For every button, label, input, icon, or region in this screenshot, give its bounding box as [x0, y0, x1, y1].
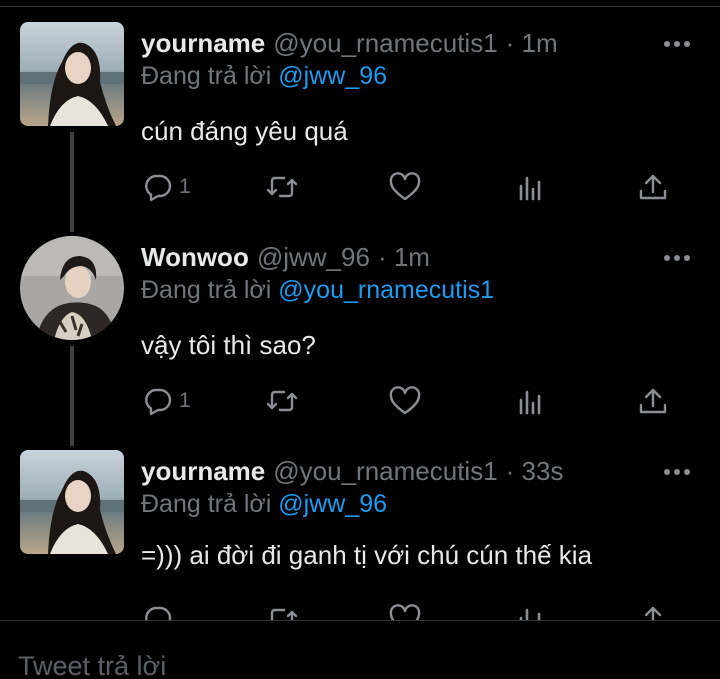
display-name[interactable]: yourname: [141, 456, 265, 487]
display-name[interactable]: Wonwoo: [141, 242, 249, 273]
replying-to-label: Đang trả lời: [141, 62, 272, 90]
share-icon: [639, 174, 667, 200]
more-options-icon[interactable]: [664, 252, 690, 264]
retweet-button[interactable]: [265, 384, 299, 418]
replying-to-label: Đang trả lời: [141, 490, 272, 518]
views-icon: [519, 176, 541, 201]
timestamp[interactable]: · 1m: [378, 242, 430, 273]
avatar[interactable]: [20, 22, 124, 126]
retweet-button[interactable]: [265, 170, 299, 204]
replying-to: Đang trả lời @jww_96: [141, 62, 387, 91]
retweet-icon: [266, 176, 298, 198]
like-icon: [389, 386, 421, 415]
reply-input[interactable]: Tweet trả lời: [18, 651, 166, 679]
more-options-icon[interactable]: [664, 466, 690, 478]
mention-link[interactable]: @you_rnamecutis1: [278, 276, 494, 304]
share-icon: [639, 388, 667, 414]
avatar-photo: [20, 450, 124, 554]
replying-to: Đang trả lời @jww_96: [141, 490, 387, 519]
reply-count: 1: [179, 389, 191, 412]
share-button[interactable]: [637, 170, 669, 204]
like-button[interactable]: [389, 170, 421, 204]
action-bar: 1: [141, 170, 671, 204]
replying-to: Đang trả lời @you_rnamecutis1: [141, 276, 494, 305]
tweet[interactable]: yourname @you_rnamecutis1 · 1m Đang trả …: [0, 22, 720, 218]
views-button[interactable]: [516, 170, 546, 204]
mention-link[interactable]: @jww_96: [278, 62, 387, 90]
replying-to-label: Đang trả lời: [141, 276, 272, 304]
more-options-icon[interactable]: [664, 38, 690, 50]
tweet-text: vậy tôi thì sao?: [141, 330, 316, 360]
reply-composer: Tweet trả lời: [0, 621, 720, 679]
reply-icon: [145, 388, 172, 416]
retweet-icon: [266, 390, 298, 412]
share-button[interactable]: [637, 384, 669, 418]
timestamp[interactable]: · 1m: [506, 28, 558, 59]
tweet-text: cún đáng yêu quá: [141, 116, 348, 146]
avatar[interactable]: [20, 236, 124, 340]
avatar-photo: [20, 22, 124, 126]
tweet[interactable]: yourname @you_rnamecutis1 · 33s Đang trả…: [0, 450, 720, 634]
tweet-text: =))) ai đời đi ganh tị với chú cún thế k…: [141, 540, 593, 570]
user-handle[interactable]: @you_rnamecutis1: [273, 456, 497, 487]
views-button[interactable]: [516, 384, 546, 418]
avatar-photo: [20, 236, 124, 340]
reply-icon: [145, 174, 172, 202]
avatar[interactable]: [20, 450, 124, 554]
views-icon: [519, 390, 541, 415]
timestamp[interactable]: · 33s: [506, 456, 564, 487]
like-button[interactable]: [389, 384, 421, 418]
reply-count: 1: [179, 175, 191, 198]
top-divider: [0, 6, 720, 7]
action-bar: 1: [141, 384, 671, 418]
user-handle[interactable]: @jww_96: [257, 242, 370, 273]
reply-button[interactable]: 1: [143, 384, 191, 418]
mention-link[interactable]: @jww_96: [278, 490, 387, 518]
display-name[interactable]: yourname: [141, 28, 265, 59]
like-icon: [389, 172, 421, 201]
user-handle[interactable]: @you_rnamecutis1: [273, 28, 497, 59]
reply-button[interactable]: 1: [143, 170, 191, 204]
tweet[interactable]: Wonwoo @jww_96 · 1m Đang trả lời @you_rn…: [0, 236, 720, 432]
